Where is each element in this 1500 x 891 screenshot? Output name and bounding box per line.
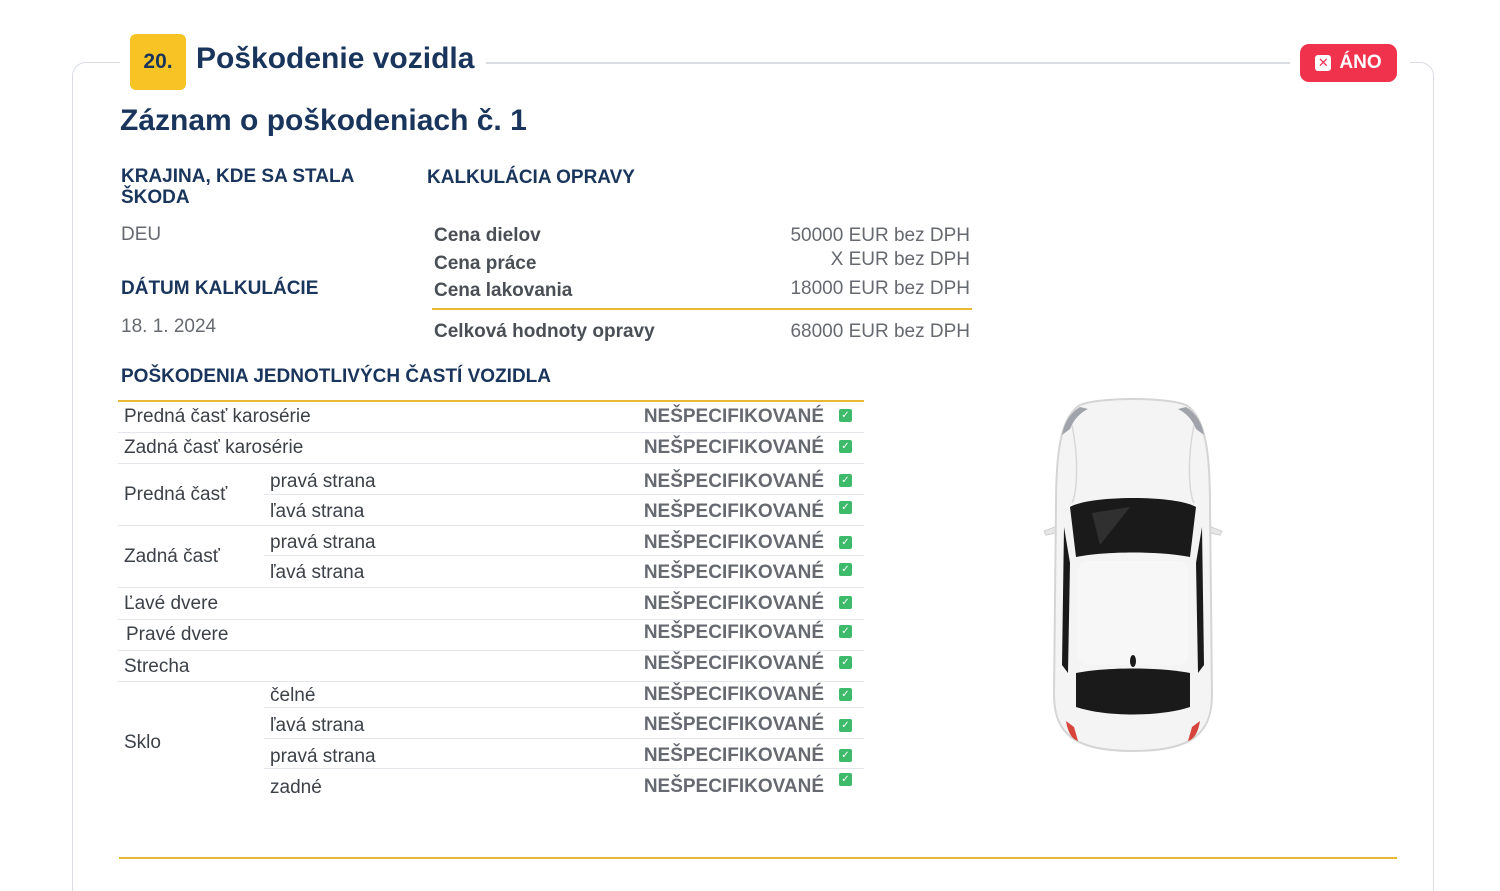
check-icon: ✓: [839, 501, 852, 514]
side-label: pravá strana: [270, 471, 376, 492]
check-icon: ✓: [839, 596, 852, 609]
status-text: NEŠPECIFIKOVANÉ: [643, 776, 824, 797]
side-label: ľavá strana: [270, 501, 365, 522]
check-icon: ✓: [839, 688, 852, 701]
check-icon: ✓: [839, 719, 852, 732]
part-label: Strecha: [124, 656, 190, 677]
check-icon: ✓: [839, 536, 852, 549]
check-icon: ✓: [839, 773, 852, 786]
cost-value: 18000 EUR bez DPH: [790, 278, 970, 299]
cost-label: Cena práce: [434, 253, 537, 274]
cost-divider: [432, 308, 972, 310]
status-text: NEŠPECIFIKOVANÉ: [643, 406, 824, 427]
country-value: DEU: [121, 224, 162, 245]
cost-label: Cena dielov: [434, 225, 541, 246]
cost-row-parts: Cena dielov 50000 EUR bez DPH: [434, 225, 970, 247]
cost-label: Cena lakovania: [434, 280, 573, 301]
part-label: Predná časť: [124, 484, 228, 505]
status-text: NEŠPECIFIKOVANÉ: [643, 684, 824, 705]
record-title: Záznam o poškodeniach č. 1: [120, 104, 527, 137]
calc-label: KALKULÁCIA OPRAVY: [427, 167, 635, 188]
status-text: NEŠPECIFIKOVANÉ: [643, 593, 824, 614]
date-value: 18. 1. 2024: [121, 316, 217, 337]
check-icon: ✓: [839, 563, 852, 576]
status-text: NEŠPECIFIKOVANÉ: [643, 745, 824, 766]
damages-title: POŠKODENIA JEDNOTLIVÝCH ČASTÍ VOZIDLA: [121, 366, 551, 387]
check-icon: ✓: [839, 474, 852, 487]
part-label: Zadná časť: [124, 546, 220, 567]
side-label: zadné: [270, 777, 322, 798]
side-label: pravá strana: [270, 746, 376, 767]
section-title: Poškodenie vozidla: [196, 42, 475, 75]
car-top-view-icon: [1043, 398, 1223, 753]
check-icon: ✓: [839, 440, 852, 453]
bottom-divider: [119, 857, 1397, 859]
header-divider: [484, 62, 1290, 64]
status-text: NEŠPECIFIKOVANÉ: [643, 471, 824, 492]
part-label: Predná časť karosérie: [124, 406, 311, 427]
status-text: NEŠPECIFIKOVANÉ: [643, 501, 824, 522]
check-icon: ✓: [839, 625, 852, 638]
status-text: NEŠPECIFIKOVANÉ: [643, 562, 824, 583]
side-label: ľavá strana: [270, 715, 365, 736]
date-label: DÁTUM KALKULÁCIE: [121, 278, 319, 299]
part-label: Pravé dvere: [126, 624, 229, 645]
status-text: NEŠPECIFIKOVANÉ: [643, 437, 824, 458]
section-number-badge: 20.: [130, 34, 186, 90]
total-label: Celková hodnoty opravy: [434, 321, 655, 342]
status-text: NEŠPECIFIKOVANÉ: [643, 622, 824, 643]
check-icon: ✓: [839, 749, 852, 762]
part-label: Sklo: [124, 732, 161, 753]
cost-row-paint: Cena lakovania 18000 EUR bez DPH: [434, 278, 970, 302]
side-label: ľavá strana: [270, 562, 365, 583]
ano-toggle-label: ÁNO: [1339, 52, 1382, 73]
cost-row-labor: Cena práce X EUR bez DPH: [434, 249, 970, 275]
status-text: NEŠPECIFIKOVANÉ: [643, 653, 824, 674]
status-text: NEŠPECIFIKOVANÉ: [643, 532, 824, 553]
side-label: pravá strana: [270, 532, 376, 553]
check-icon: ✓: [839, 656, 852, 669]
ano-toggle-button[interactable]: ✕ ÁNO: [1300, 44, 1397, 82]
side-label: čelné: [270, 685, 316, 706]
check-icon: ✓: [839, 409, 852, 422]
country-label: KRAJINA, KDE SA STALA ŠKODA: [121, 166, 354, 208]
close-icon: ✕: [1315, 55, 1332, 71]
cost-value: 50000 EUR bez DPH: [790, 225, 970, 246]
part-label: Zadná časť karosérie: [124, 437, 304, 458]
total-value: 68000 EUR bez DPH: [790, 321, 970, 342]
cost-row-total: Celková hodnoty opravy 68000 EUR bez DPH: [434, 321, 970, 343]
cost-value: X EUR bez DPH: [830, 249, 970, 270]
part-label: Ľavé dvere: [124, 593, 219, 614]
status-text: NEŠPECIFIKOVANÉ: [643, 714, 824, 735]
